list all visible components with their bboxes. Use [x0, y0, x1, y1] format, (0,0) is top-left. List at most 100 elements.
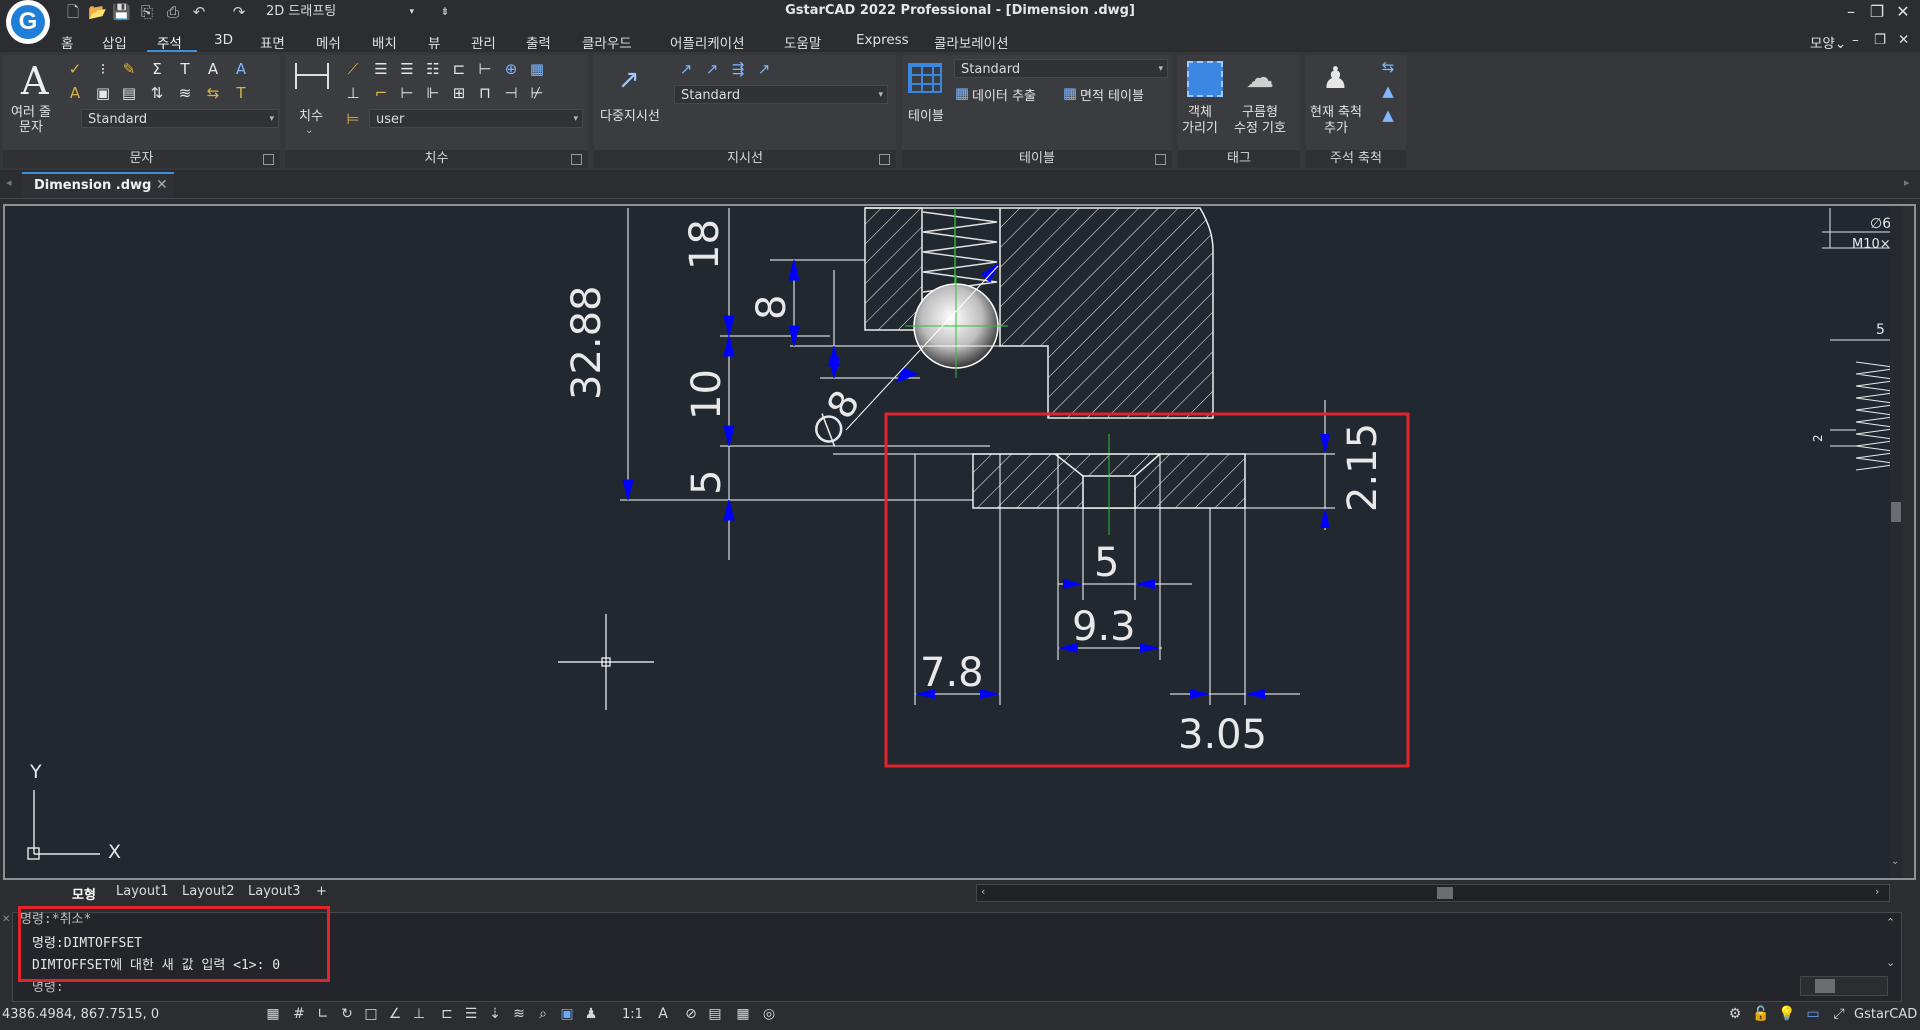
tab-home[interactable]: 홈: [61, 32, 73, 52]
dim-jog-icon[interactable]: ⊩: [423, 83, 443, 103]
horizontal-scrollbar[interactable]: ‹ ›: [976, 884, 1890, 902]
settings-gear-icon[interactable]: ⚙: [1726, 1005, 1744, 1023]
ducs-icon[interactable]: ⊥: [410, 1005, 428, 1023]
annotation-visibility-icon[interactable]: ♟: [582, 1005, 600, 1023]
isolate-objects-icon[interactable]: 💡: [1778, 1005, 1796, 1023]
dim-style-icon[interactable]: ⊨: [343, 109, 363, 129]
close-icon[interactable]: ✕: [1892, 2, 1914, 22]
tab-scroll-left-icon[interactable]: ◂: [6, 176, 12, 189]
dim-reassociate-icon[interactable]: ⊞: [449, 83, 469, 103]
text-edit-icon[interactable]: ✎: [119, 59, 139, 79]
tab-cloud[interactable]: 클라우드: [582, 32, 632, 52]
scroll-left-icon[interactable]: ‹: [981, 885, 985, 898]
table-style-combo[interactable]: Standard ▾: [954, 59, 1168, 78]
otrack-icon[interactable]: ∠: [386, 1005, 404, 1023]
justify-icon[interactable]: T: [175, 59, 195, 79]
ribbon-close-icon[interactable]: ✕: [1898, 32, 1909, 48]
hardware-accel-icon[interactable]: ▭: [1804, 1005, 1822, 1023]
calculator-icon[interactable]: ▦: [734, 1005, 752, 1023]
dim-table-icon[interactable]: ▦: [527, 59, 547, 79]
tab-collaboration[interactable]: 콜라보레이션: [934, 32, 1009, 52]
tab-output[interactable]: 출력: [526, 32, 551, 52]
tab-mesh[interactable]: 메쉬: [316, 32, 341, 52]
dyn-icon[interactable]: ⊏: [438, 1005, 456, 1023]
text-arrange-icon[interactable]: ⇅: [147, 83, 167, 103]
area-table-label[interactable]: 면적 테이블: [1080, 85, 1144, 104]
cmd-scroll-thumb[interactable]: [1815, 979, 1835, 993]
layers-icon[interactable]: ≋: [510, 1005, 528, 1023]
command-grip-icon[interactable]: ✕: [2, 914, 10, 998]
dim-ordinate-icon[interactable]: ⊥: [343, 83, 363, 103]
clean-screen-icon[interactable]: ◎: [760, 1005, 778, 1023]
add-layout-button[interactable]: +: [316, 884, 327, 899]
minimize-icon[interactable]: –: [1840, 2, 1862, 22]
panel-launcher-icon[interactable]: [879, 154, 890, 165]
fullscreen-icon[interactable]: ⤢: [1830, 1005, 1848, 1023]
dim-baseline-icon[interactable]: ☰: [371, 59, 391, 79]
dim-break-icon[interactable]: ⊏: [449, 59, 469, 79]
tab-help[interactable]: 도움말: [784, 32, 821, 52]
zoom-icon[interactable]: ⌕: [534, 1005, 552, 1023]
selection-cycle-icon[interactable]: ⇣: [486, 1005, 504, 1023]
dimension-icon[interactable]: [295, 63, 329, 89]
close-tab-icon[interactable]: ✕: [156, 177, 168, 193]
vertical-scroll-thumb[interactable]: [1891, 502, 1901, 522]
tab-scroll-right-icon[interactable]: ▸: [1904, 176, 1910, 189]
text-tool-icon[interactable]: T: [231, 83, 251, 103]
cmd-horizontal-scroll[interactable]: [1800, 976, 1888, 996]
scroll-right-icon[interactable]: ›: [1875, 885, 1879, 898]
annotation-scale[interactable]: 1:1: [622, 1007, 643, 1022]
grid-icon[interactable]: ▦: [264, 1005, 282, 1023]
tab-express[interactable]: Express: [856, 32, 909, 48]
scroll-down-icon[interactable]: ⌄: [1891, 856, 1899, 867]
dim-style-combo[interactable]: user ▾: [369, 109, 583, 128]
quick-properties-icon[interactable]: ▤: [706, 1005, 724, 1023]
dimension-label[interactable]: 치수: [299, 105, 323, 124]
cmd-scroll-up-icon[interactable]: ⌃: [1886, 916, 1895, 929]
sigma-icon[interactable]: Σ: [147, 59, 167, 79]
auto-scale-icon[interactable]: A: [654, 1005, 672, 1023]
viewport-icon[interactable]: ▣: [558, 1005, 576, 1023]
find-text-icon[interactable]: A: [231, 59, 251, 79]
polar-icon[interactable]: ↻: [338, 1005, 356, 1023]
panel-launcher-icon[interactable]: [571, 154, 582, 165]
restore-icon[interactable]: ❐: [1866, 2, 1888, 22]
tab-application[interactable]: 어플리케이션: [670, 32, 745, 52]
data-extract-label[interactable]: 데이터 추출: [972, 85, 1036, 104]
revcloud-icon[interactable]: ☁: [1246, 61, 1274, 94]
leader-align-icon[interactable]: ⇶: [728, 59, 748, 79]
transparency-icon[interactable]: ⊘: [682, 1005, 700, 1023]
spell-check-icon[interactable]: ✓: [65, 59, 85, 79]
coordinate-readout[interactable]: 4386.4984, 867.7515, 0: [2, 1007, 159, 1022]
multiline-text-icon[interactable]: A: [21, 59, 48, 103]
tab-view[interactable]: 뷰: [428, 32, 440, 52]
text-lock-icon[interactable]: ▤: [119, 83, 139, 103]
tab-surface[interactable]: 표면: [260, 32, 285, 52]
tab-layout[interactable]: 배치: [372, 32, 397, 52]
tab-annotate[interactable]: 주석: [157, 32, 182, 52]
tab-insert[interactable]: 삽입: [102, 32, 127, 52]
panel-launcher-icon[interactable]: [1155, 154, 1166, 165]
multileader-label[interactable]: 다중지시선: [600, 105, 660, 124]
tab-layout1[interactable]: Layout1: [116, 884, 168, 899]
text-align-icon[interactable]: ⁝: [93, 59, 113, 79]
chevron-down-icon[interactable]: ⌄: [305, 125, 313, 136]
dim-adjust-icon[interactable]: ⊢: [475, 59, 495, 79]
table-icon[interactable]: [908, 63, 942, 93]
leader-add-icon[interactable]: ↗: [676, 59, 696, 79]
text-style-combo[interactable]: Standard ▾: [81, 109, 279, 128]
dim-update-icon[interactable]: ⊣: [501, 83, 521, 103]
panel-launcher-icon[interactable]: [263, 154, 274, 165]
lineweight-icon[interactable]: ☰: [462, 1005, 480, 1023]
tab-layout3[interactable]: Layout3: [248, 884, 300, 899]
data-extract-icon[interactable]: ▦: [952, 83, 972, 103]
ribbon-restore-icon[interactable]: ❐: [1874, 32, 1886, 48]
area-table-icon[interactable]: ▦: [1060, 83, 1080, 103]
wipeout-icon[interactable]: [1187, 61, 1223, 97]
multiline-text-label[interactable]: 여러 줄 문자: [10, 105, 52, 135]
dim-angular-icon[interactable]: ⌐: [371, 83, 391, 103]
dim-inspect-icon[interactable]: ⊢: [397, 83, 417, 103]
dim-center-icon[interactable]: ⊕: [501, 59, 521, 79]
scale-remove-icon[interactable]: ▲: [1378, 105, 1398, 125]
revcloud-label[interactable]: 구름형 수정 기호: [1234, 105, 1286, 137]
